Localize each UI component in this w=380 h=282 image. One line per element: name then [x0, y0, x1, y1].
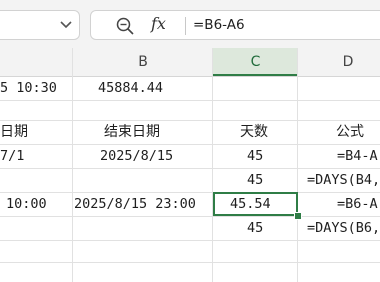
grid-line — [0, 240, 380, 241]
column-header-row: B C D — [0, 48, 380, 77]
cell-d7[interactable]: =B6-A — [337, 192, 378, 216]
grid-line — [72, 48, 73, 282]
cell-b5[interactable]: 2025/8/15 — [100, 144, 173, 168]
grid-line — [0, 120, 380, 121]
cell-d5[interactable]: =B4-A — [337, 144, 378, 168]
cell-a4[interactable]: 日期 — [0, 120, 28, 144]
zoom-formula-icon[interactable] — [115, 16, 135, 36]
cell-c5[interactable]: 45 — [247, 144, 263, 168]
formula-bar: fx =B6-A6 — [0, 0, 380, 49]
grid-line — [0, 144, 380, 145]
cell-c8[interactable]: 45 — [247, 216, 263, 240]
fill-handle[interactable] — [294, 212, 302, 220]
grid-line — [0, 100, 380, 101]
cell-b2[interactable]: 45884.44 — [98, 76, 163, 100]
formula-divider — [185, 17, 186, 35]
column-header-b[interactable]: B — [73, 48, 213, 76]
cell-a7[interactable]: 10:00 — [6, 192, 47, 216]
grid-line — [212, 48, 213, 282]
cell-d6[interactable]: =DAYS(B4, — [307, 168, 380, 192]
grid-line — [297, 48, 298, 282]
cell-b4[interactable]: 结束日期 — [104, 120, 160, 144]
grid-line — [0, 262, 380, 263]
name-box[interactable] — [0, 10, 80, 40]
cell-d4[interactable]: 公式 — [336, 120, 364, 144]
column-header-c[interactable]: C — [213, 48, 298, 76]
formula-input[interactable]: fx =B6-A6 — [90, 10, 380, 40]
active-cell-border[interactable] — [213, 192, 298, 216]
chevron-down-icon[interactable] — [59, 15, 73, 35]
cell-d8[interactable]: =DAYS(B6, — [307, 216, 380, 240]
column-header-d[interactable]: D — [298, 48, 380, 76]
cell-c4[interactable]: 天数 — [240, 120, 268, 144]
cell-a5[interactable]: 7/1 — [0, 144, 24, 168]
formula-text[interactable]: =B6-A6 — [193, 17, 245, 33]
cell-b7[interactable]: 2025/8/15 23:00 — [74, 192, 196, 216]
cell-a2[interactable]: 5 10:30 — [0, 76, 72, 100]
spreadsheet-grid[interactable]: B C D 5 10:30 45884.44 日期 结束日期 天数 公式 7/1… — [0, 48, 380, 282]
function-icon[interactable]: fx — [151, 14, 166, 33]
cell-c6[interactable]: 45 — [247, 168, 263, 192]
